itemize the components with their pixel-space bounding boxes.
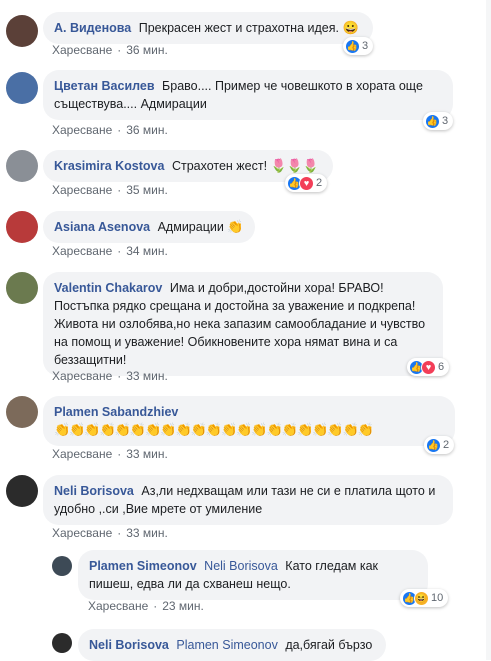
commenter-name[interactable]: Plamen Sabandzhiev [54, 405, 178, 419]
timestamp[interactable]: 33 мин. [126, 526, 168, 540]
timestamp[interactable]: 36 мин. [126, 123, 168, 137]
comment-text: Страхотен жест! [171, 159, 268, 173]
clapping-hands-emoji: 👏 [227, 219, 244, 234]
comment-meta: Харесване · 35 мин. [52, 183, 168, 197]
avatar[interactable] [6, 72, 38, 104]
commenter-name[interactable]: Asiana Asenova [54, 220, 150, 234]
timestamp[interactable]: 34 мин. [126, 244, 168, 258]
like-link[interactable]: Харесване [52, 447, 112, 461]
tulip-emoji: 🌷🌷🌷 [270, 158, 320, 173]
commenter-name[interactable]: Plamen Simeonov [89, 559, 197, 573]
avatar[interactable] [6, 272, 38, 304]
comment-meta: Харесване · 36 мин. [52, 43, 168, 57]
like-link[interactable]: Харесване [52, 526, 112, 540]
comment-bubble: Plamen Sabandzhiev 👏👏👏👏👏👏👏👏👏👏👏👏👏👏👏👏👏👏👏👏👏 [43, 396, 455, 446]
comment-meta: Харесване · 33 мин. [52, 526, 168, 540]
timestamp[interactable]: 33 мин. [126, 447, 168, 461]
comment-meta: Харесване · 33 мин. [52, 369, 168, 383]
avatar[interactable] [52, 556, 72, 576]
avatar[interactable] [6, 211, 38, 243]
reaction-count[interactable]: 👍 ♥ 2 [285, 174, 328, 192]
commenter-name[interactable]: Neli Borisova [89, 638, 169, 652]
reaction-count[interactable]: 👍 2 [424, 436, 455, 454]
commenter-name[interactable]: Цветан Василев [54, 79, 155, 93]
comment-bubble: Neli Borisova Аз,ли недхващам или тази н… [43, 475, 453, 525]
thumbs-up-icon: 👍 [345, 38, 360, 54]
comment-meta: Харесване · 34 мин. [52, 244, 168, 258]
timestamp[interactable]: 33 мин. [126, 369, 168, 383]
comment-bubble: А. Виденова Прекрасен жест и страхотна и… [43, 12, 373, 44]
reaction-count[interactable]: 👍 3 [423, 112, 454, 130]
comment-text: Адмирации [157, 220, 224, 234]
laughing-face-icon: 😆 [414, 590, 429, 606]
comment-meta: Харесване · 33 мин. [52, 447, 168, 461]
clapping-hands-emoji: 👏👏👏👏👏👏👏👏👏👏👏👏👏👏👏👏👏👏👏👏👏 [54, 422, 374, 437]
comment-bubble: Valentin Chakarov Има и добри,достойни х… [43, 272, 443, 376]
avatar[interactable] [6, 475, 38, 507]
avatar[interactable] [6, 150, 38, 182]
like-link[interactable]: Харесване [52, 183, 112, 197]
commenter-name[interactable]: А. Виденова [54, 21, 131, 35]
avatar[interactable] [6, 396, 38, 428]
like-link[interactable]: Харесване [52, 123, 112, 137]
comment-text: да,бягай бързо [285, 638, 373, 652]
commenter-name[interactable]: Valentin Chakarov [54, 281, 162, 295]
comment-meta: Харесване · 36 мин. [52, 123, 168, 137]
avatar[interactable] [52, 633, 72, 653]
commenter-name[interactable]: Neli Borisova [54, 484, 134, 498]
thumbs-up-icon: 👍 [425, 113, 440, 129]
comment-bubble: Цветан Василев Браво.... Пример че човеш… [43, 70, 453, 120]
timestamp[interactable]: 35 мин. [126, 183, 168, 197]
heart-icon: ♥ [421, 359, 436, 375]
thumbs-up-icon: 👍 [426, 437, 441, 453]
reaction-count[interactable]: 👍 😆 10 [400, 589, 449, 607]
like-link[interactable]: Харесване [52, 244, 112, 258]
smiley-emoji: 😀 [342, 20, 359, 35]
scrollbar[interactable] [486, 0, 491, 660]
comment-text: Прекрасен жест и страхотна идея. [138, 21, 339, 35]
reply-bubble: Neli Borisova Plamen Simeonov да,бягай б… [78, 629, 386, 661]
like-link[interactable]: Харесване [52, 369, 112, 383]
mention-link[interactable]: Plamen Simeonov [176, 638, 277, 652]
like-link[interactable]: Харесване [52, 43, 112, 57]
timestamp[interactable]: 36 мин. [126, 43, 168, 57]
timestamp[interactable]: 23 мин. [162, 599, 204, 613]
comment-meta: Харесване · 23 мин. [88, 599, 204, 613]
like-link[interactable]: Харесване [88, 599, 148, 613]
reaction-count[interactable]: 👍 3 [343, 37, 374, 55]
heart-icon: ♥ [299, 175, 314, 191]
avatar[interactable] [6, 15, 38, 47]
mention-link[interactable]: Neli Borisova [204, 559, 278, 573]
reaction-count[interactable]: 👍 ♥ 6 [407, 358, 450, 376]
reply-bubble: Plamen Simeonov Neli Borisova Като гледа… [78, 550, 428, 600]
commenter-name[interactable]: Krasimira Kostova [54, 159, 164, 173]
comment-bubble: Asiana Asenova Адмирации 👏 [43, 211, 255, 243]
